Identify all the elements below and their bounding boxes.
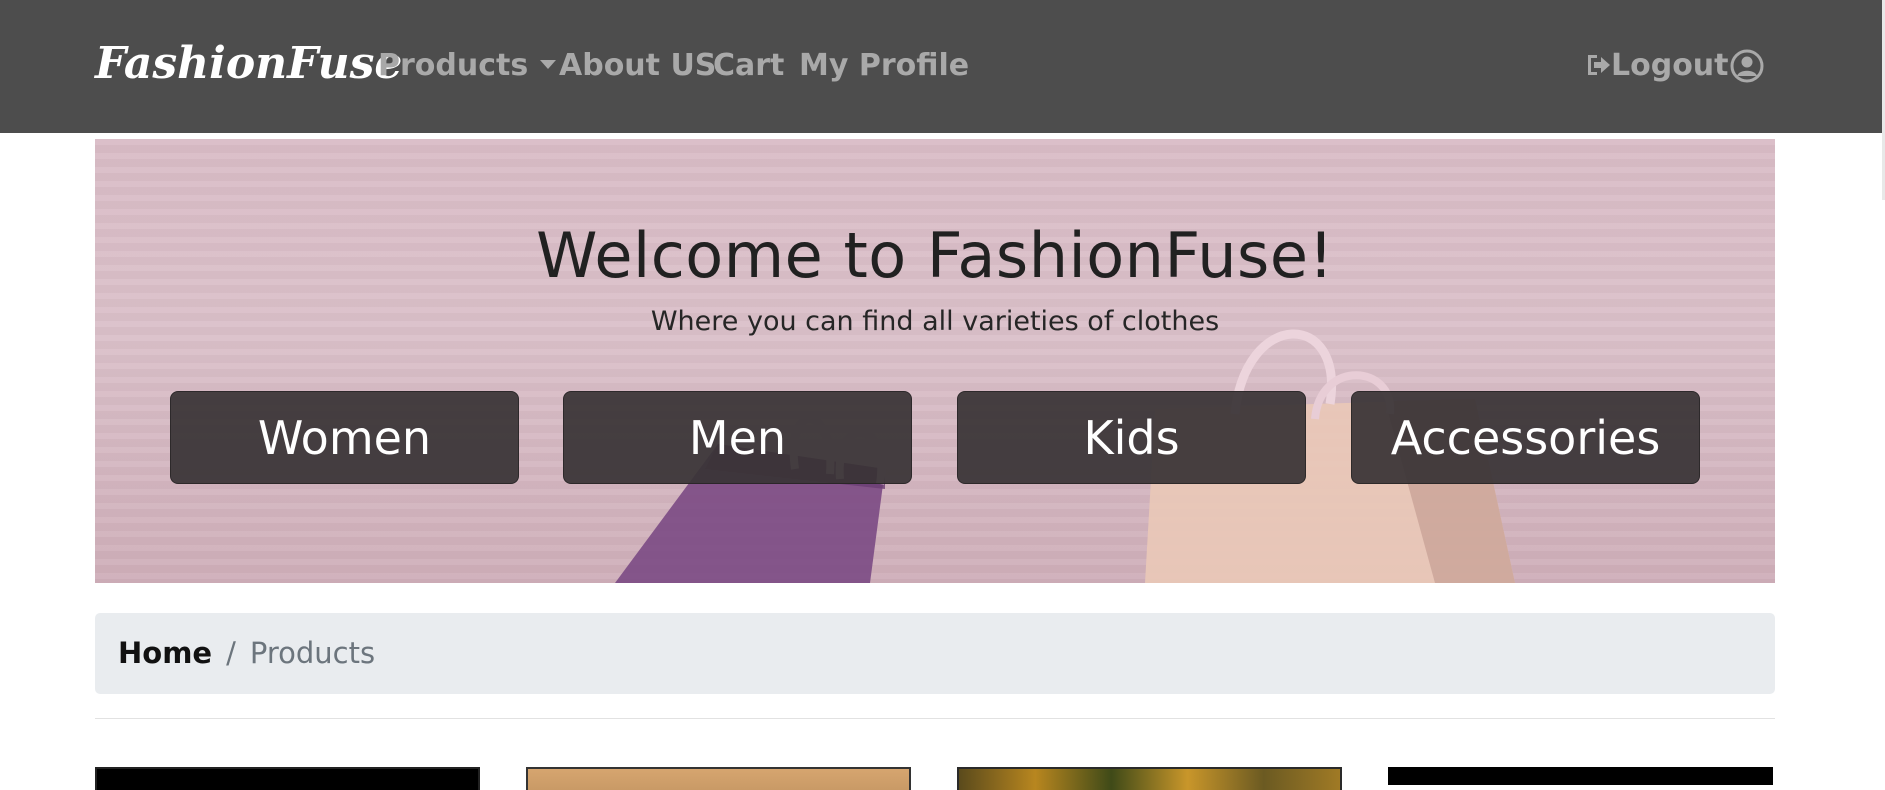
- product-card-image-top: [1388, 767, 1773, 785]
- category-men-button[interactable]: Men: [563, 391, 912, 484]
- nav-my-profile[interactable]: My Profile: [799, 46, 969, 86]
- brand-logo[interactable]: FashionFuse: [95, 36, 402, 92]
- breadcrumb-separator: /: [226, 636, 236, 670]
- product-card-image[interactable]: [95, 767, 480, 790]
- nav-about-us[interactable]: About US: [559, 46, 716, 86]
- nav-logout[interactable]: Logout: [1585, 46, 1729, 86]
- category-accessories-button[interactable]: Accessories: [1351, 391, 1700, 484]
- category-women-button[interactable]: Women: [170, 391, 519, 484]
- navbar: FashionFuse Products About US Cart My Pr…: [0, 0, 1885, 133]
- hero-title: Welcome to FashionFuse!: [536, 219, 1334, 292]
- breadcrumb-home-link[interactable]: Home: [118, 636, 212, 670]
- breadcrumb-current: Products: [249, 636, 376, 670]
- breadcrumb: Home / Products: [95, 613, 1775, 694]
- nav-cart[interactable]: Cart: [713, 46, 784, 86]
- nav-logout-label: Logout: [1611, 48, 1729, 83]
- user-circle-icon[interactable]: [1730, 49, 1764, 83]
- section-divider: [95, 718, 1775, 719]
- category-kids-button[interactable]: Kids: [957, 391, 1306, 484]
- product-card-image[interactable]: [526, 767, 911, 790]
- product-card-image[interactable]: [1388, 767, 1773, 790]
- hero-subtitle: Where you can find all varieties of clot…: [650, 306, 1220, 337]
- caret-down-icon: [540, 60, 557, 69]
- shopping-bags-image: [615, 329, 1515, 583]
- sign-out-icon: [1588, 54, 1610, 75]
- nav-products-dropdown[interactable]: Products: [378, 46, 557, 86]
- hero-banner: Welcome to FashionFuse! Where you can fi…: [95, 139, 1775, 583]
- nav-products-label: Products: [378, 48, 529, 83]
- product-card-image[interactable]: [957, 767, 1342, 790]
